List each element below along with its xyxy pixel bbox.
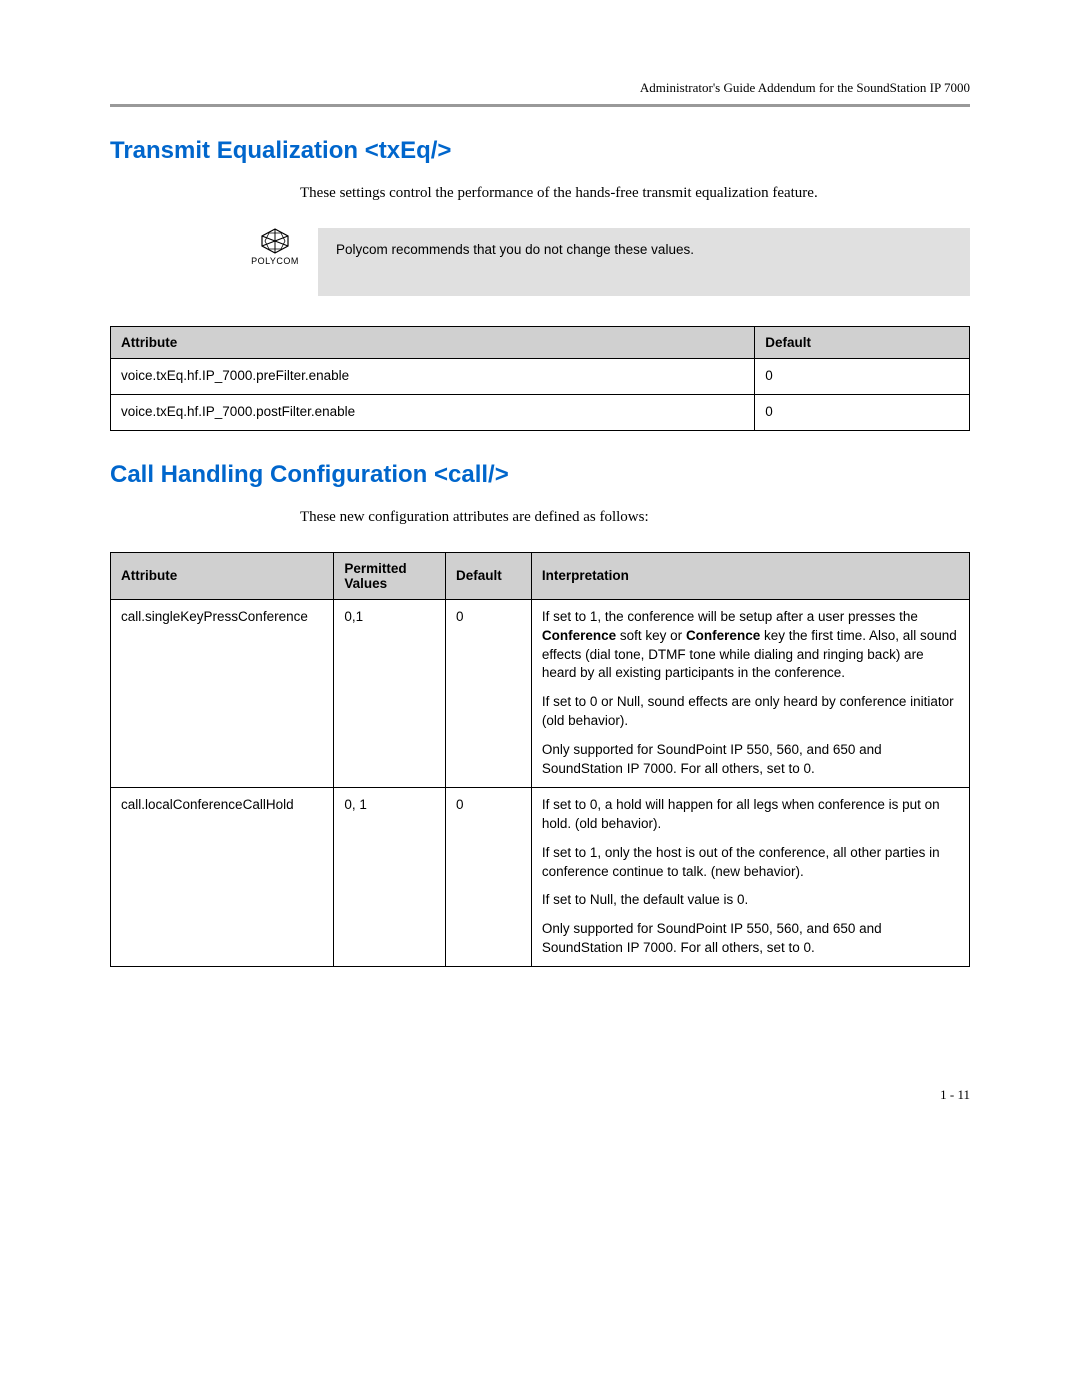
section-title-txeq: Transmit Equalization <txEq/> [110,137,970,165]
cell-attribute: call.singleKeyPressConference [111,599,334,787]
txeq-table: Attribute Default voice.txEq.hf.IP_7000.… [110,326,970,431]
call-table: Attribute Permitted Values Default Inter… [110,552,970,967]
running-header: Administrator's Guide Addendum for the S… [110,80,970,96]
page-number: 1 - 11 [110,1087,970,1103]
cell-default: 0 [445,599,531,787]
interp-text: If set to 0, a hold will happen for all … [542,796,959,834]
table-row: voice.txEq.hf.IP_7000.preFilter.enable 0 [111,359,970,395]
cell-attribute: voice.txEq.hf.IP_7000.preFilter.enable [111,359,755,395]
cell-interpretation: If set to 0, a hold will happen for all … [531,787,969,966]
interp-text: soft key or [616,628,686,643]
header-divider [110,104,970,107]
page-container: Administrator's Guide Addendum for the S… [0,0,1080,1163]
section-title-call: Call Handling Configuration <call/> [110,461,970,489]
cell-attribute: voice.txEq.hf.IP_7000.postFilter.enable [111,394,755,430]
th-interpretation: Interpretation [531,552,969,599]
cell-default: 0 [755,394,970,430]
th-default: Default [445,552,531,599]
cell-attribute: call.localConferenceCallHold [111,787,334,966]
section-intro-txeq: These settings control the performance o… [300,183,970,204]
cell-default: 0 [755,359,970,395]
polycom-logo-icon [260,228,290,254]
th-permitted: Permitted Values [334,552,446,599]
th-default: Default [755,327,970,359]
table-row: call.singleKeyPressConference 0,1 0 If s… [111,599,970,787]
polycom-logo: POLYCOM [250,228,300,266]
interp-bold: Conference [542,628,616,643]
interp-bold: Conference [686,628,760,643]
polycom-logo-label: POLYCOM [251,256,299,266]
section-intro-call: These new configuration attributes are d… [300,507,970,528]
table-header-row: Attribute Default [111,327,970,359]
interp-text: Only supported for SoundPoint IP 550, 56… [542,741,959,779]
cell-permitted: 0,1 [334,599,446,787]
cell-default: 0 [445,787,531,966]
th-attribute: Attribute [111,327,755,359]
callout-text: Polycom recommends that you do not chang… [318,228,970,296]
interp-text: If set to 1, the conference will be setu… [542,609,918,624]
interp-text: Only supported for SoundPoint IP 550, 56… [542,920,959,958]
table-header-row: Attribute Permitted Values Default Inter… [111,552,970,599]
recommendation-callout: POLYCOM Polycom recommends that you do n… [110,228,970,296]
interp-text: If set to Null, the default value is 0. [542,891,959,910]
th-attribute: Attribute [111,552,334,599]
cell-permitted: 0, 1 [334,787,446,966]
table-row: call.localConferenceCallHold 0, 1 0 If s… [111,787,970,966]
interp-text: If set to 0 or Null, sound effects are o… [542,693,959,731]
interp-text: If set to 1, only the host is out of the… [542,844,959,882]
table-row: voice.txEq.hf.IP_7000.postFilter.enable … [111,394,970,430]
cell-interpretation: If set to 1, the conference will be setu… [531,599,969,787]
